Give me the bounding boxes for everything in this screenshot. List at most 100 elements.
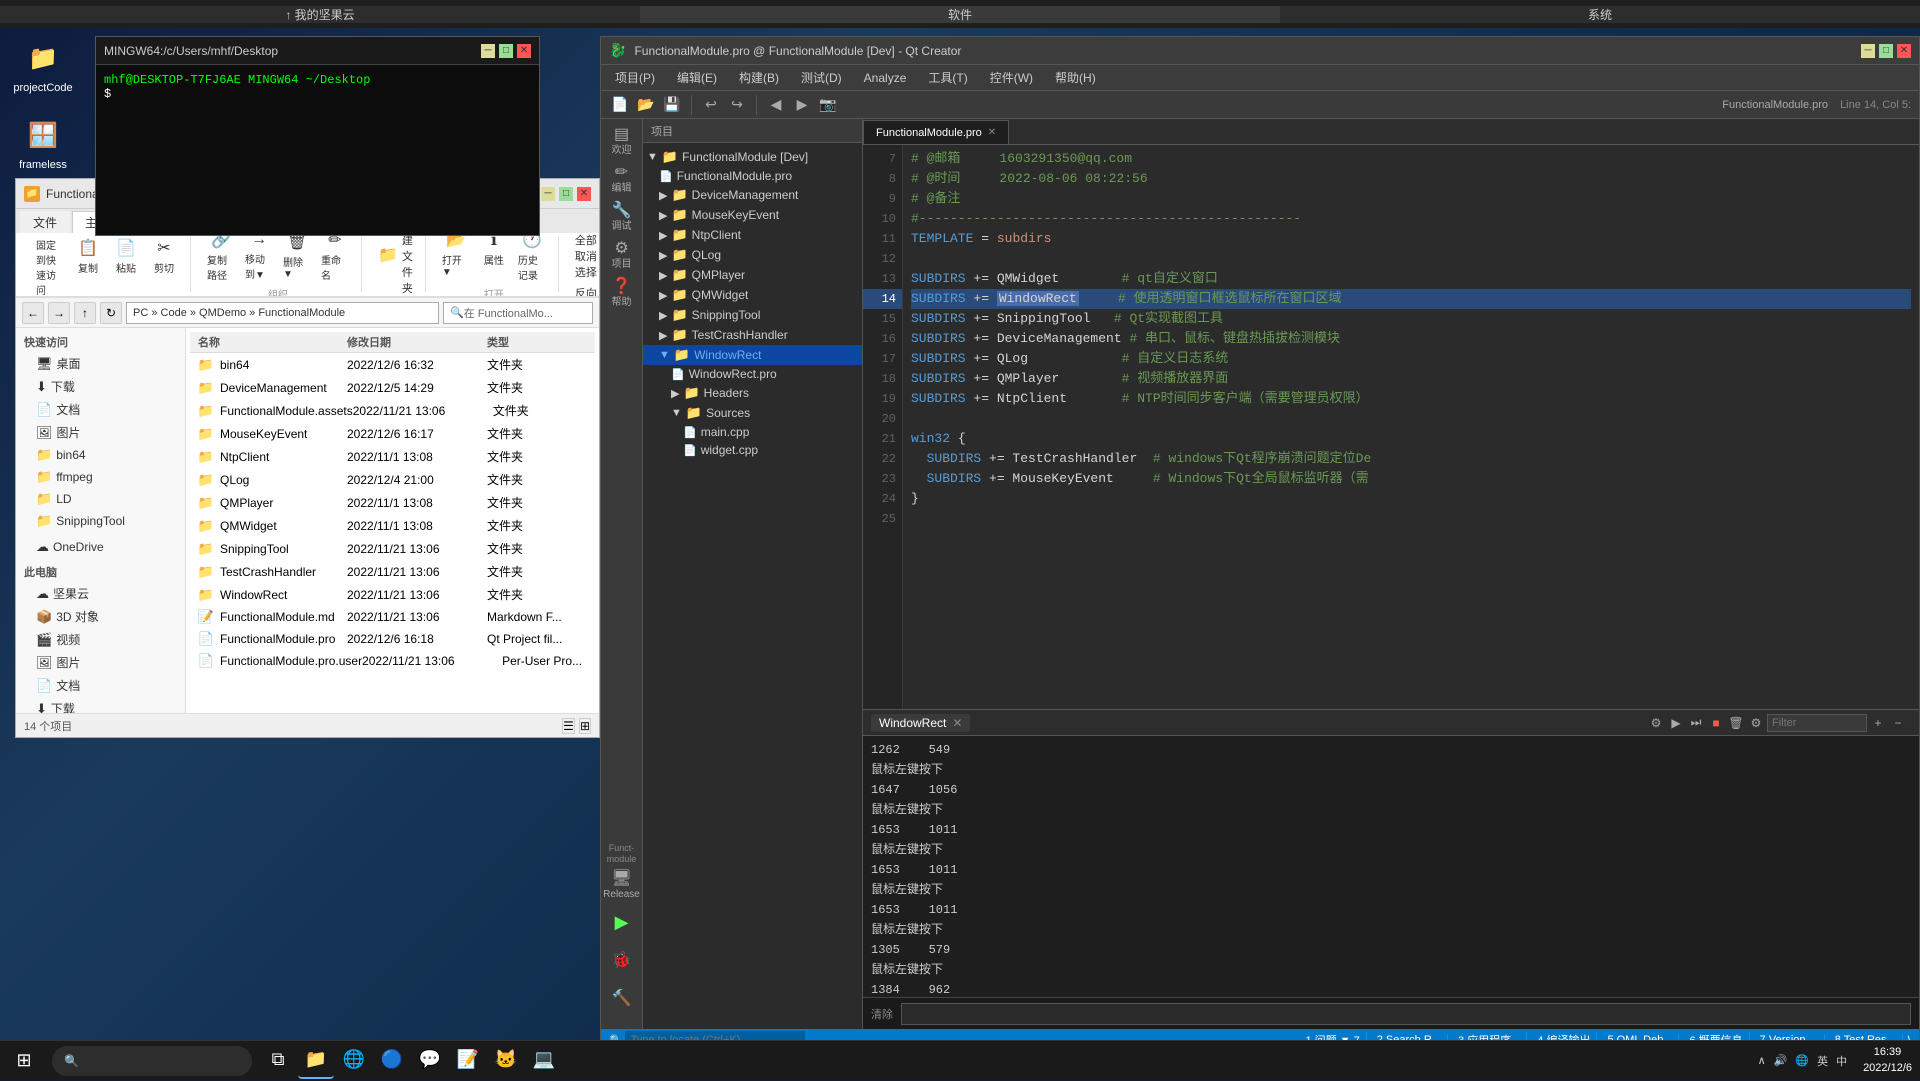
run-btn[interactable]: ▶ (604, 905, 640, 941)
toolbar-fwd-btn[interactable]: ▶ (791, 94, 813, 116)
start-button[interactable]: ⊞ (0, 1041, 48, 1081)
paste-btn[interactable]: 📄粘贴 (108, 236, 144, 277)
sidebar-item-docs[interactable]: 📄文档 (16, 398, 185, 421)
sidebar-item-downloads[interactable]: ⬇下载 (16, 697, 185, 713)
tree-devicemgmt[interactable]: ▶ 📁 DeviceManagement (643, 185, 862, 205)
output-expand-btn[interactable]: + (1869, 714, 1887, 732)
view-grid-btn[interactable]: ⊞ (579, 718, 591, 734)
menu-edit[interactable]: 编辑(E) (667, 67, 727, 88)
toolbar-back-btn[interactable]: ◀ (765, 94, 787, 116)
toolbar-undo-btn[interactable]: ↩ (700, 94, 722, 116)
explorer-maximize-btn[interactable]: □ (559, 187, 573, 201)
select-none-btn[interactable]: 全部取消选择 (571, 233, 599, 282)
explorer-minimize-btn[interactable]: ─ (541, 187, 555, 201)
sidebar-item-onedrive[interactable]: ☁OneDrive (16, 536, 185, 558)
taskbar-top-right[interactable]: 系统 (1280, 6, 1920, 23)
new-folder-btn[interactable]: 📁新建文件夹 (374, 233, 417, 297)
file-item-fm-md[interactable]: 📝FunctionalModule.md2022/11/21 13:06Mark… (190, 606, 595, 628)
tree-headers[interactable]: ▶ 📁 Headers (643, 383, 862, 403)
output-tool-1[interactable]: ⚙ (1647, 714, 1665, 732)
rename-btn[interactable]: ✏重命名 (317, 233, 353, 284)
close-tab-icon[interactable]: ✕ (988, 127, 996, 138)
sidebar-item-ld[interactable]: 📁LD (16, 488, 185, 510)
explorer-close-btn[interactable]: ✕ (577, 187, 591, 201)
qt-close-btn[interactable]: ✕ (1897, 44, 1911, 58)
output-collapse-btn[interactable]: − (1889, 714, 1907, 732)
file-item-testcrashhandler[interactable]: 📁TestCrashHandler2022/11/21 13:06文件夹 (190, 560, 595, 583)
taskbar-top-left[interactable]: ↑ 我的坚果云 (0, 6, 640, 23)
nav-refresh-btn[interactable]: ↻ (100, 302, 122, 324)
sidebar-item-desktop[interactable]: 🖥桌面 (16, 352, 185, 375)
taskbar-search[interactable]: 🔍 (52, 1046, 252, 1076)
editor-tab-fm-pro[interactable]: FunctionalModule.pro ✕ (863, 120, 1009, 144)
sidebar-item-jianguoyun[interactable]: ☁坚果云 (16, 582, 185, 605)
output-active-tab[interactable]: WindowRect ✕ (871, 714, 970, 732)
path-bar[interactable]: PC » Code » QMDemo » FunctionalModule (126, 302, 439, 324)
sidebar-item-ffmpeg[interactable]: 📁ffmpeg (16, 466, 185, 488)
tree-testcrashhandler[interactable]: ▶ 📁 TestCrashHandler (643, 325, 862, 345)
menu-controls[interactable]: 控件(W) (980, 67, 1043, 88)
sidebar-help-btn[interactable]: ❓帮助 (604, 275, 640, 311)
history-btn[interactable]: 🕐历史记录 (514, 233, 550, 284)
toolbar-redo-btn[interactable]: ↪ (726, 94, 748, 116)
tree-fm-pro[interactable]: 📄 FunctionalModule.pro (643, 167, 862, 185)
menu-build[interactable]: 构建(B) (729, 67, 789, 88)
tree-qmplayer[interactable]: ▶ 📁 QMPlayer (643, 265, 862, 285)
output-text-input[interactable] (901, 1003, 1911, 1025)
output-tab-close[interactable]: ✕ (952, 716, 962, 730)
output-settings-btn[interactable]: ⚙ (1747, 714, 1765, 732)
props-btn[interactable]: ℹ属性 (476, 233, 512, 284)
debug-run-btn[interactable]: 🐞 (604, 943, 640, 979)
menu-project[interactable]: 项目(P) (605, 67, 665, 88)
desktop-icon-frameless[interactable]: 🪟 frameless (8, 115, 78, 171)
output-fwd-btn[interactable]: ⏭ (1687, 714, 1705, 732)
file-item-bin64[interactable]: 📁bin642022/12/6 16:32文件夹 (190, 353, 595, 376)
delete-btn[interactable]: 🗑删除▼ (279, 233, 315, 282)
sidebar-item-bin64[interactable]: 📁bin64 (16, 444, 185, 466)
output-stop-btn[interactable]: ■ (1707, 714, 1725, 732)
tree-mousekeyevent[interactable]: ▶ 📁 MouseKeyEvent (643, 205, 862, 225)
sidebar-item-3d[interactable]: 📦3D 对象 (16, 605, 185, 628)
file-item-mousekeyevent[interactable]: 📁MouseKeyEvent2022/12/6 16:17文件夹 (190, 422, 595, 445)
open-btn[interactable]: 📂打开▼ (438, 233, 474, 284)
search-bar[interactable]: 🔍 在 FunctionalMo... (443, 302, 593, 324)
output-play-btn[interactable]: ▶ (1667, 714, 1685, 732)
file-item-windowrect[interactable]: 📁WindowRect2022/11/21 13:06文件夹 (190, 583, 595, 606)
copy-path-btn[interactable]: 🔗复制路径 (203, 233, 239, 284)
taskbar-top-middle[interactable]: 软件 (640, 6, 1280, 23)
tree-snippingtool[interactable]: ▶ 📁 SnippingTool (643, 305, 862, 325)
view-list-btn[interactable]: ☰ (562, 718, 575, 734)
file-item-fm-assets[interactable]: 📁FunctionalModule.assets2022/11/21 13:06… (190, 399, 595, 422)
tree-sources[interactable]: ▼ 📁 Sources (643, 403, 862, 423)
terminal-maximize-btn[interactable]: □ (499, 44, 513, 58)
invert-select-btn[interactable]: 反向选择 (571, 283, 599, 297)
tree-ntpclient[interactable]: ▶ 📁 NtpClient (643, 225, 862, 245)
file-item-snippingtool[interactable]: 📁SnippingTool2022/11/21 13:06文件夹 (190, 537, 595, 560)
sidebar-edit-btn[interactable]: ✏编辑 (604, 161, 640, 197)
file-item-ntpclient[interactable]: 📁NtpClient2022/11/1 13:08文件夹 (190, 445, 595, 468)
tree-qlog[interactable]: ▶ 📁 QLog (643, 245, 862, 265)
pin-btn[interactable]: 📌固定到快速访问 (32, 233, 68, 297)
sidebar-debug-btn[interactable]: 🔧调试 (604, 199, 640, 235)
sidebar-item-video[interactable]: 🎬视频 (16, 628, 185, 651)
sidebar-project-btn[interactable]: ⚙项目 (604, 237, 640, 273)
menu-analyze[interactable]: Analyze (854, 69, 917, 87)
sidebar-item-download[interactable]: ⬇下载 (16, 375, 185, 398)
output-clear-output-btn[interactable]: 清除 (871, 1006, 893, 1022)
copy-btn[interactable]: 📋复制 (70, 236, 106, 277)
menu-tools[interactable]: 工具(T) (918, 67, 977, 88)
sidebar-item-pics[interactable]: 🖼图片 (16, 421, 185, 444)
file-item-qmwidget[interactable]: 📁QMWidget2022/11/1 13:08文件夹 (190, 514, 595, 537)
taskbar-clock[interactable]: 16:39 2022/12/6 (1855, 1045, 1920, 1076)
tree-root[interactable]: ▼ 📁 FunctionalModule [Dev] (643, 147, 862, 167)
toolbar-new-btn[interactable]: 📄 (609, 94, 631, 116)
ribbon-tab-file[interactable]: 文件 (20, 211, 70, 233)
tray-network[interactable]: 🌐 (1795, 1054, 1809, 1067)
build-btn[interactable]: 🔨 (604, 981, 640, 1017)
nav-up-btn[interactable]: ↑ (74, 302, 96, 324)
file-item-devicemanagement[interactable]: 📁DeviceManagement2022/12/5 14:29文件夹 (190, 376, 595, 399)
tray-volume[interactable]: 🔊 (1774, 1054, 1788, 1067)
toolbar-open-btn[interactable]: 📂 (635, 94, 657, 116)
output-clear-btn[interactable]: 🗑 (1727, 714, 1745, 732)
terminal-minimize-btn[interactable]: ─ (481, 44, 495, 58)
